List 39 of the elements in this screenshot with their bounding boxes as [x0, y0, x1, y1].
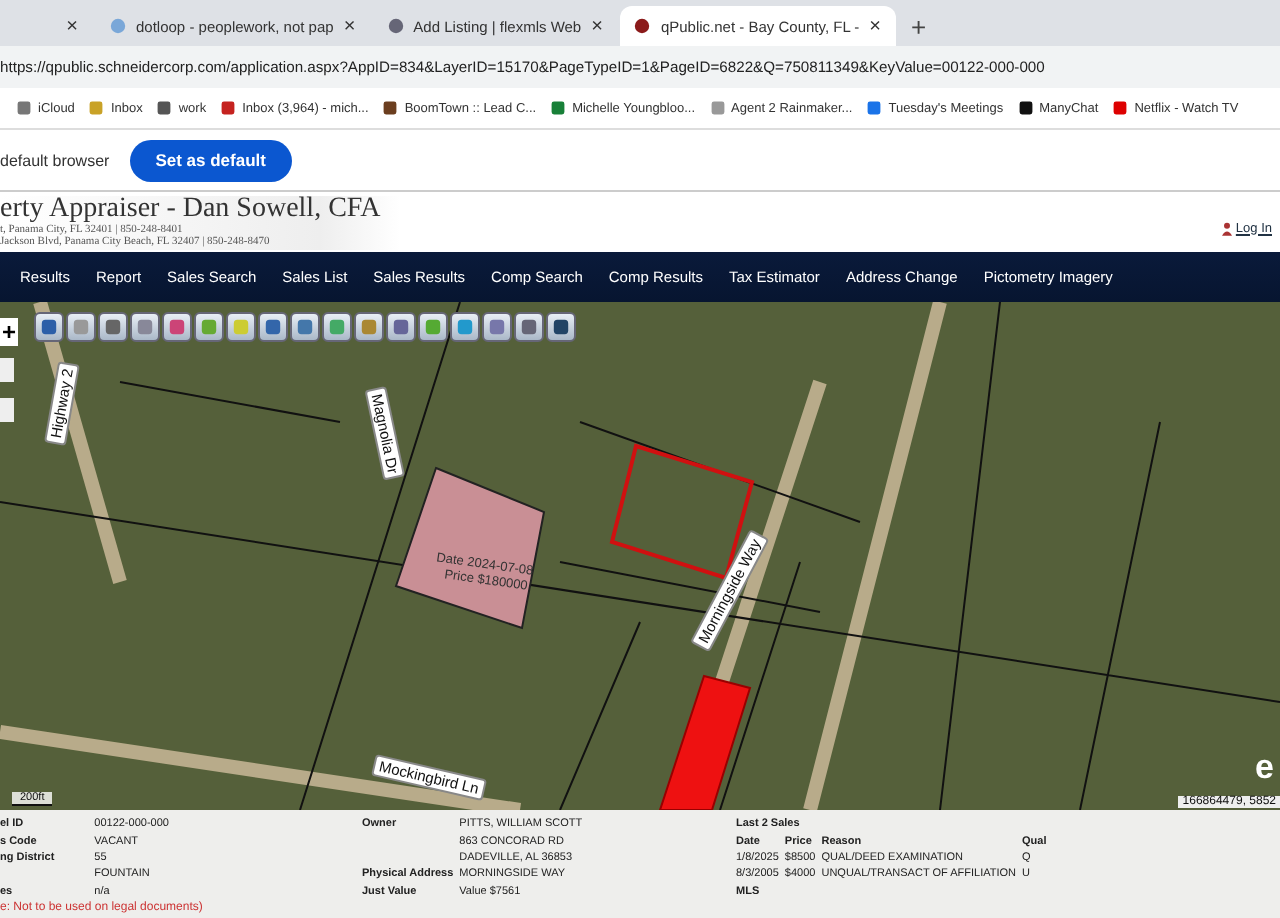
bookmark-icon [88, 100, 105, 116]
map-tool-button[interactable] [546, 312, 575, 341]
map-tool-button[interactable] [482, 312, 511, 341]
browser-tab[interactable]: × [20, 6, 92, 46]
map-tool-button[interactable] [418, 312, 447, 341]
map-tool-button[interactable] [258, 312, 287, 341]
user-icon [1221, 221, 1232, 235]
map-tool-button[interactable] [130, 312, 159, 341]
map-tool-button[interactable] [66, 312, 95, 341]
map-tool-button[interactable] [386, 312, 415, 341]
map-tool-button[interactable] [194, 312, 223, 341]
map-tool-button[interactable] [322, 312, 351, 341]
bookmark-icon [866, 100, 883, 116]
bookmark-icon [382, 100, 399, 116]
new-tab-button[interactable]: + [899, 6, 939, 46]
map-tool-button[interactable] [226, 312, 255, 341]
map-tool-button[interactable] [162, 312, 191, 341]
map-tool-button[interactable] [450, 312, 479, 341]
set-default-button[interactable]: Set as default [129, 139, 292, 181]
bookmark-icon [709, 100, 726, 116]
bookmark-icon [1112, 100, 1129, 116]
site-icon [634, 18, 651, 34]
bookmark-icon [156, 100, 173, 116]
bookmark-icon [220, 100, 237, 116]
map-tool-button[interactable] [290, 312, 319, 341]
map-tool-button[interactable] [514, 312, 543, 341]
site-icon [110, 18, 126, 34]
zoom-in-button[interactable]: + [0, 318, 18, 346]
site-icon [387, 18, 404, 34]
map-tool-button[interactable] [354, 312, 383, 341]
banner-text: default browser [0, 151, 110, 169]
bookmark-icon [550, 100, 567, 116]
map-logo: e [1255, 748, 1274, 788]
selected-parcel-shape [658, 674, 752, 810]
map-tool-button[interactable] [98, 312, 127, 341]
bookmark-icon [1017, 100, 1034, 116]
site-title: erty Appraiser - Dan Sowell, CFA [0, 195, 381, 223]
map-tool-button[interactable] [34, 312, 63, 341]
bookmark-icon [16, 100, 32, 116]
